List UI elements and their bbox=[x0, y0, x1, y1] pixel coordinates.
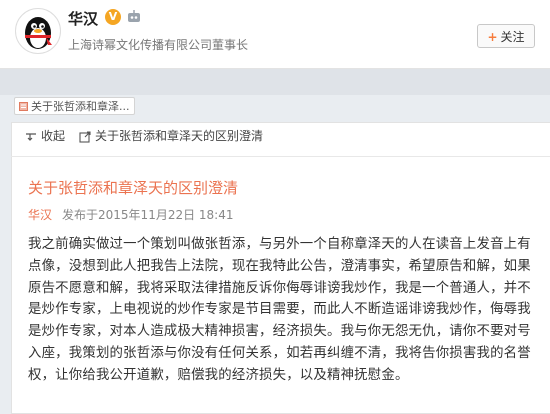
profile-name[interactable]: 华汉 bbox=[68, 8, 98, 29]
breadcrumb-label: 关于张哲添和章泽... bbox=[31, 100, 130, 113]
article-title: 关于张哲添和章泽天的区别澄清 bbox=[28, 179, 239, 197]
plus-icon: + bbox=[487, 30, 498, 44]
robot-icon bbox=[128, 10, 140, 22]
article-meta: 华汉 发布于2015年11月22日 18:41 bbox=[28, 206, 234, 223]
divider bbox=[11, 156, 550, 157]
profile-header: 华汉 V 上海诗幂文化传播有限公司董事长 + 关注 bbox=[0, 0, 550, 69]
follow-button[interactable]: + 关注 bbox=[477, 24, 535, 48]
collapse-label: 收起 bbox=[41, 129, 66, 143]
article-date: 发布于2015年11月22日 18:41 bbox=[62, 208, 234, 222]
penguin-avatar-icon bbox=[25, 17, 52, 49]
external-link-icon bbox=[79, 131, 91, 143]
article-author[interactable]: 华汉 bbox=[28, 208, 52, 222]
profile-bio: 上海诗幂文化传播有限公司董事长 bbox=[68, 38, 249, 52]
verified-icon: V bbox=[105, 9, 121, 25]
avatar[interactable] bbox=[15, 8, 61, 54]
collapse-icon bbox=[26, 133, 36, 141]
note-icon bbox=[19, 102, 28, 111]
article-body: 我之前确实做过一个策划叫做张哲添，与另外一个自称章泽天的人在读音上发音上有点像，… bbox=[28, 237, 531, 383]
header-divider-strip bbox=[0, 69, 550, 95]
follow-label: 关注 bbox=[500, 30, 525, 44]
collapse-button[interactable]: 收起 bbox=[25, 126, 65, 146]
article-link[interactable]: 关于张哲添和章泽天的区别澄清 bbox=[79, 126, 263, 146]
article-link-label: 关于张哲添和章泽天的区别澄清 bbox=[95, 129, 264, 143]
breadcrumb[interactable]: 关于张哲添和章泽... bbox=[14, 97, 135, 115]
